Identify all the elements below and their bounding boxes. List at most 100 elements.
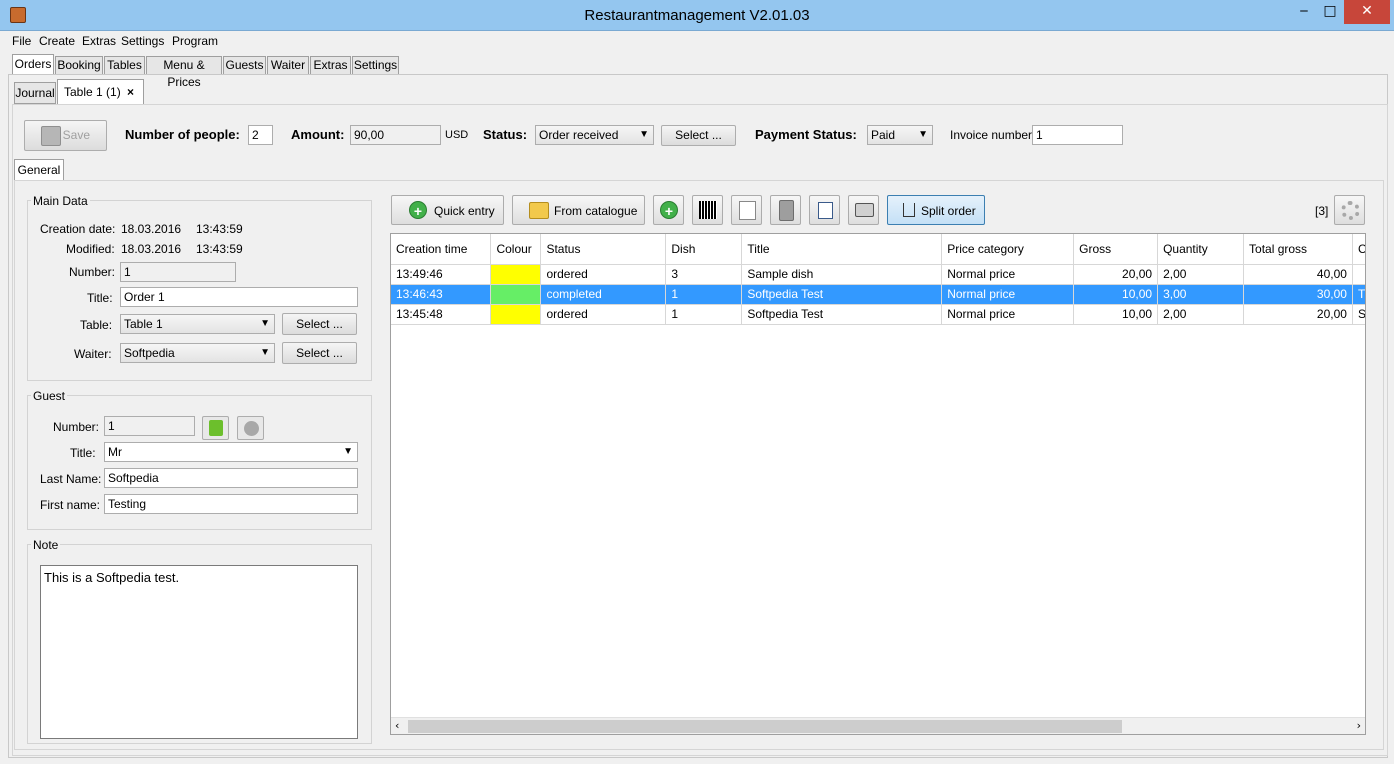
- plus-circle-icon: +: [660, 201, 678, 219]
- menu-file[interactable]: File: [12, 34, 31, 48]
- tab-general[interactable]: General: [14, 159, 64, 181]
- menu-program[interactable]: Program: [172, 34, 218, 48]
- plus-circle-icon: +: [409, 201, 427, 219]
- cell-total-gross: 30,00: [1243, 284, 1353, 305]
- amount-label: Amount:: [291, 127, 345, 142]
- table-row[interactable]: 13:46:43 completed 1 Softpedia Test Norm…: [391, 284, 1365, 305]
- trash-icon: [779, 200, 794, 221]
- column-price-category[interactable]: Price category: [941, 234, 1075, 265]
- quick-entry-button[interactable]: + Quick entry: [391, 195, 504, 225]
- scrollbar-thumb[interactable]: [408, 720, 1122, 733]
- tab-booking[interactable]: Booking: [55, 56, 103, 75]
- title-label: Title:: [87, 291, 113, 305]
- tab-table-1-label: Table 1 (1): [64, 85, 121, 99]
- title-bar: Restaurantmanagement V2.01.03 ‒ □ ✕: [0, 0, 1394, 31]
- last-name-field[interactable]: Softpedia: [104, 468, 358, 488]
- column-creation-time[interactable]: Creation time: [391, 234, 492, 265]
- note-textarea[interactable]: This is a Softpedia test.: [40, 565, 358, 739]
- first-name-field[interactable]: Testing: [104, 494, 358, 514]
- table-row[interactable]: 13:45:48 ordered 1 Softpedia Test Normal…: [391, 304, 1365, 325]
- edit-note-icon: [739, 201, 756, 220]
- status-select[interactable]: Order received ▼: [535, 125, 654, 145]
- close-tab-icon[interactable]: ×: [127, 80, 134, 104]
- save-button[interactable]: Save: [24, 120, 107, 151]
- split-order-label: Split order: [921, 204, 976, 218]
- waiter-select[interactable]: Softpedia ▼: [120, 343, 275, 363]
- table-select-button[interactable]: Select ...: [282, 313, 357, 335]
- column-gross[interactable]: Gross: [1073, 234, 1159, 265]
- menu-settings[interactable]: Settings: [121, 34, 164, 48]
- scroll-right-icon[interactable]: ›: [1357, 719, 1361, 732]
- remove-icon: [244, 421, 259, 436]
- tab-waiter[interactable]: Waiter: [267, 56, 309, 75]
- modified-label: Modified:: [66, 242, 115, 256]
- tab-orders[interactable]: Orders: [12, 54, 54, 75]
- people-field[interactable]: 2: [248, 125, 273, 145]
- close-window-button[interactable]: ✕: [1344, 0, 1390, 24]
- modified-time-value: 13:43:59: [196, 242, 243, 256]
- guest-select-button[interactable]: [202, 416, 229, 440]
- cell-total-gross: 40,00: [1243, 264, 1353, 285]
- cell-dish: 3: [665, 264, 743, 285]
- order-title-field[interactable]: Order 1: [120, 287, 358, 307]
- invoice-field[interactable]: 1: [1032, 125, 1123, 145]
- creation-date-label: Creation date:: [40, 222, 116, 236]
- cell-price-category: Normal price: [941, 264, 1075, 285]
- menu-extras[interactable]: Extras: [82, 34, 116, 48]
- tab-journal[interactable]: Journal: [14, 82, 56, 104]
- guest-remove-button[interactable]: [237, 416, 264, 440]
- table-row[interactable]: 13:49:46 ordered 3 Sample dish Normal pr…: [391, 264, 1365, 285]
- barcode-button[interactable]: [692, 195, 723, 225]
- status-select-button[interactable]: Select ...: [661, 125, 736, 146]
- tab-table-1[interactable]: Table 1 (1) ×: [57, 79, 144, 105]
- maximize-button[interactable]: □: [1316, 0, 1344, 24]
- guest-title-select[interactable]: Mr ▼: [104, 442, 358, 462]
- add-button[interactable]: +: [653, 195, 684, 225]
- download-arrow-icon: [209, 420, 223, 436]
- barcode-icon: [699, 201, 717, 219]
- tab-settings[interactable]: Settings: [352, 56, 399, 75]
- calculator-icon: [818, 202, 833, 219]
- horizontal-scrollbar[interactable]: ‹ ›: [391, 717, 1365, 734]
- column-dish[interactable]: Dish: [665, 234, 743, 265]
- from-catalogue-button[interactable]: From catalogue: [512, 195, 645, 225]
- tab-tables[interactable]: Tables: [104, 56, 145, 75]
- cell-gross: 10,00: [1073, 304, 1159, 325]
- cell-quantity: 3,00: [1157, 284, 1245, 305]
- note-title: Note: [31, 538, 61, 552]
- menu-create[interactable]: Create: [39, 34, 75, 48]
- payment-value: Paid: [871, 128, 896, 142]
- cell-c: [1352, 264, 1365, 285]
- cell-title: Softpedia Test: [741, 304, 943, 325]
- tab-guests[interactable]: Guests: [223, 56, 266, 75]
- print-button[interactable]: [848, 195, 879, 225]
- save-label: Save: [62, 128, 90, 142]
- currency-label: USD: [445, 129, 469, 141]
- table-select[interactable]: Table 1 ▼: [120, 314, 275, 334]
- status-value: Order received: [539, 128, 619, 142]
- tab-extras[interactable]: Extras: [310, 56, 351, 75]
- people-label: Number of people:: [125, 127, 240, 142]
- column-total-gross[interactable]: Total gross: [1243, 234, 1353, 265]
- from-catalogue-label: From catalogue: [554, 204, 638, 218]
- cell-c: S: [1352, 304, 1365, 325]
- chevron-down-icon: ▼: [260, 318, 270, 329]
- edit-button[interactable]: [731, 195, 762, 225]
- settings-button[interactable]: [1334, 195, 1365, 225]
- column-c[interactable]: C: [1352, 234, 1365, 265]
- waiter-value: Softpedia: [124, 346, 175, 360]
- modified-date-value: 18.03.2016: [121, 242, 182, 256]
- payment-select[interactable]: Paid ▼: [867, 125, 933, 145]
- column-status[interactable]: Status: [540, 234, 667, 265]
- calculator-button[interactable]: [809, 195, 840, 225]
- scroll-left-icon[interactable]: ‹: [395, 719, 399, 732]
- split-order-button[interactable]: Split order: [887, 195, 985, 225]
- delete-button[interactable]: [770, 195, 801, 225]
- cell-dish: 1: [665, 304, 743, 325]
- column-quantity[interactable]: Quantity: [1157, 234, 1245, 265]
- waiter-select-button[interactable]: Select ...: [282, 342, 357, 364]
- column-colour[interactable]: Colour: [490, 234, 542, 265]
- minimize-button[interactable]: ‒: [1290, 0, 1318, 24]
- column-title[interactable]: Title: [741, 234, 943, 265]
- tab-menu-prices[interactable]: Menu & Prices: [146, 56, 222, 89]
